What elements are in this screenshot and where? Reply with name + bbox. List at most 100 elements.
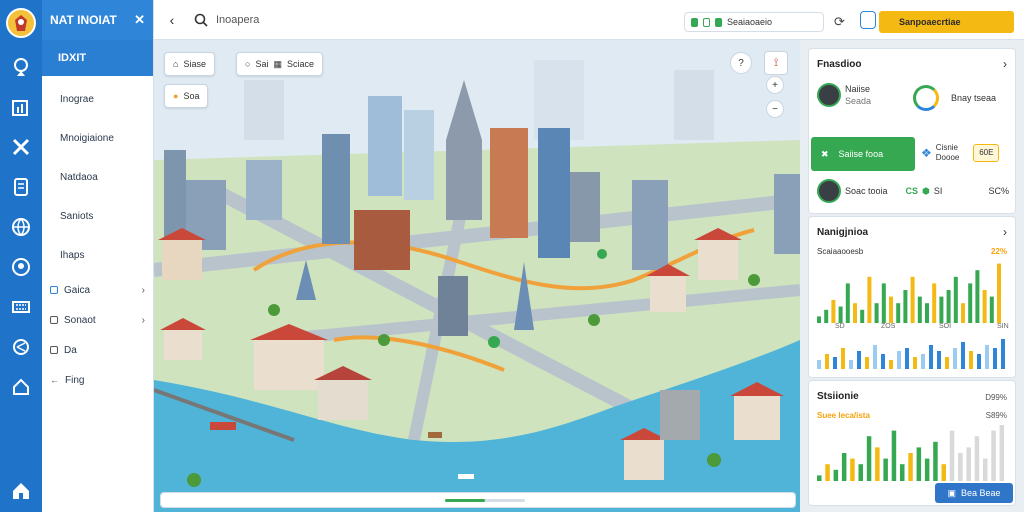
- sidebar-item-5[interactable]: Ihaps: [42, 236, 153, 275]
- sidebar-subitem-4[interactable]: ← Fing: [42, 365, 153, 395]
- chart-bar: [883, 458, 888, 481]
- sidebar-subitem-2[interactable]: Sonaot ›: [42, 305, 153, 335]
- save-icon: ▣: [947, 487, 956, 498]
- pin-tool-icon[interactable]: ⟟: [764, 51, 788, 75]
- user-row[interactable]: Naiise Seada: [817, 83, 871, 107]
- house-outline-icon[interactable]: [10, 376, 32, 398]
- map-layers-label-2: Sciace: [286, 59, 314, 69]
- status-indicator[interactable]: Seaiaoaeio: [684, 12, 824, 32]
- badge-row: ❖ Cisnie Doooe 60E: [921, 143, 1000, 162]
- chevron-right-icon: ›: [141, 314, 145, 326]
- keyboard-icon[interactable]: [10, 296, 32, 318]
- progress-ring-icon: [913, 85, 939, 111]
- chart-bar: [985, 345, 989, 369]
- secondary-row[interactable]: Soac tooia CS ⬢ SI SC%: [817, 179, 1009, 203]
- sidebar-subitem-label: Da: [64, 344, 77, 356]
- chart-bar: [968, 283, 973, 323]
- chart-bar: [833, 469, 839, 481]
- chart-bar: [833, 357, 837, 369]
- checkbox-icon: [50, 316, 58, 324]
- chevron-right-icon[interactable]: ›: [1003, 57, 1007, 71]
- share-icon[interactable]: [10, 336, 32, 358]
- chart-bar: [921, 354, 925, 369]
- card-title: Fnasdioo: [817, 59, 862, 70]
- lock-icon: ⌂: [173, 59, 179, 69]
- bar-chart-2: [817, 339, 1005, 369]
- chart-bar: [817, 360, 821, 369]
- chart-bar: [925, 303, 929, 323]
- tools-icon[interactable]: [10, 136, 32, 158]
- back-arrow-icon[interactable]: ‹: [154, 12, 190, 28]
- chart-bar: [858, 464, 863, 481]
- badge-name: Cisnie: [935, 143, 958, 152]
- chart-bar: [838, 306, 843, 323]
- chart-bar: [939, 296, 944, 323]
- sidebar-subitem-3[interactable]: Da: [42, 335, 153, 365]
- chevron-right-icon: ›: [141, 284, 145, 296]
- city-map-view[interactable]: ⌂ Siase ○ Sai ▦ Sciace ● Soa ? ⟟ + −: [154, 40, 800, 512]
- user-icon[interactable]: [860, 11, 876, 29]
- home-icon[interactable]: [10, 480, 32, 502]
- map-filter-label: Siase: [183, 59, 206, 69]
- search-bar[interactable]: Inoapera: [194, 8, 634, 32]
- action-button[interactable]: ▣ Bea Beae: [935, 483, 1013, 503]
- checkbox-icon: [50, 346, 58, 354]
- map-layers-button[interactable]: ○ Sai ▦ Sciace: [236, 52, 323, 76]
- chart-bar: [949, 430, 955, 481]
- sidebar-item-1[interactable]: Inograe: [42, 80, 153, 119]
- chart-bar: [917, 296, 922, 323]
- chevron-right-icon[interactable]: ›: [1003, 225, 1007, 239]
- sidebar-item-3[interactable]: Natdaoa: [42, 158, 153, 197]
- circle-icon: ○: [245, 59, 251, 69]
- globe-icon[interactable]: [10, 216, 32, 238]
- brand-subheader: IDXIT: [42, 40, 153, 76]
- chart-bar: [867, 276, 872, 323]
- chart-bar: [991, 430, 996, 481]
- chart-bar: [817, 316, 821, 323]
- zoom-out-icon[interactable]: −: [766, 100, 784, 118]
- chart-bar: [977, 354, 981, 369]
- chart-bar: [966, 447, 971, 481]
- status-dot-icon: [703, 17, 710, 27]
- chart-bar: [982, 290, 987, 323]
- sidebar-subitem-1[interactable]: Gaica ›: [42, 275, 153, 305]
- chart-bar: [857, 351, 861, 369]
- sidebar-item-4[interactable]: Saniots: [42, 197, 153, 236]
- chart-icon[interactable]: [10, 96, 32, 118]
- secondary-value: SI: [933, 186, 943, 196]
- primary-action-button[interactable]: Sanpoaecrtiae: [879, 11, 1014, 33]
- primary-status-button[interactable]: ✖ Saiise fooa: [811, 137, 915, 171]
- shield-icon: ⬢: [922, 185, 930, 196]
- help-icon[interactable]: ?: [730, 52, 752, 74]
- chart-bar: [953, 276, 958, 323]
- icon-rail: [0, 0, 42, 512]
- chart-bar: [937, 351, 941, 369]
- chart-bar: [993, 348, 997, 369]
- chart-bar: [945, 357, 949, 369]
- action-button-label: Bea Beae: [960, 488, 1001, 498]
- stack-icon: ❖: [921, 145, 932, 160]
- chart-bar: [831, 299, 836, 323]
- close-icon[interactable]: ✕: [134, 12, 145, 28]
- zoom-in-icon[interactable]: +: [766, 76, 784, 94]
- card-value: 22%: [990, 247, 1007, 256]
- metric-row: Bnay tseaa: [913, 85, 996, 111]
- sidebar-subitem-label: Gaica: [64, 284, 91, 296]
- status-dot-icon: [691, 17, 698, 27]
- sidebar-item-2[interactable]: Mnoigiaione: [42, 119, 153, 158]
- map-bottom-bar: [160, 492, 796, 508]
- bar-chart-1: [817, 263, 1001, 323]
- secondary-percent: SC%: [988, 186, 1009, 196]
- refresh-icon[interactable]: ⟳: [834, 14, 845, 30]
- map-filter-button[interactable]: ⌂ Siase: [164, 52, 215, 76]
- map-pin-icon[interactable]: [10, 56, 32, 78]
- close-icon: ✖: [821, 148, 829, 159]
- document-icon[interactable]: [10, 176, 32, 198]
- map-location-button[interactable]: ● Soa: [164, 84, 209, 108]
- search-input[interactable]: Inoapera: [216, 14, 259, 26]
- location-icon[interactable]: [10, 256, 32, 278]
- chart-bar: [825, 464, 830, 481]
- secondary-code: CS: [905, 186, 919, 196]
- chart-bar: [849, 360, 853, 369]
- chart-bar: [903, 290, 908, 323]
